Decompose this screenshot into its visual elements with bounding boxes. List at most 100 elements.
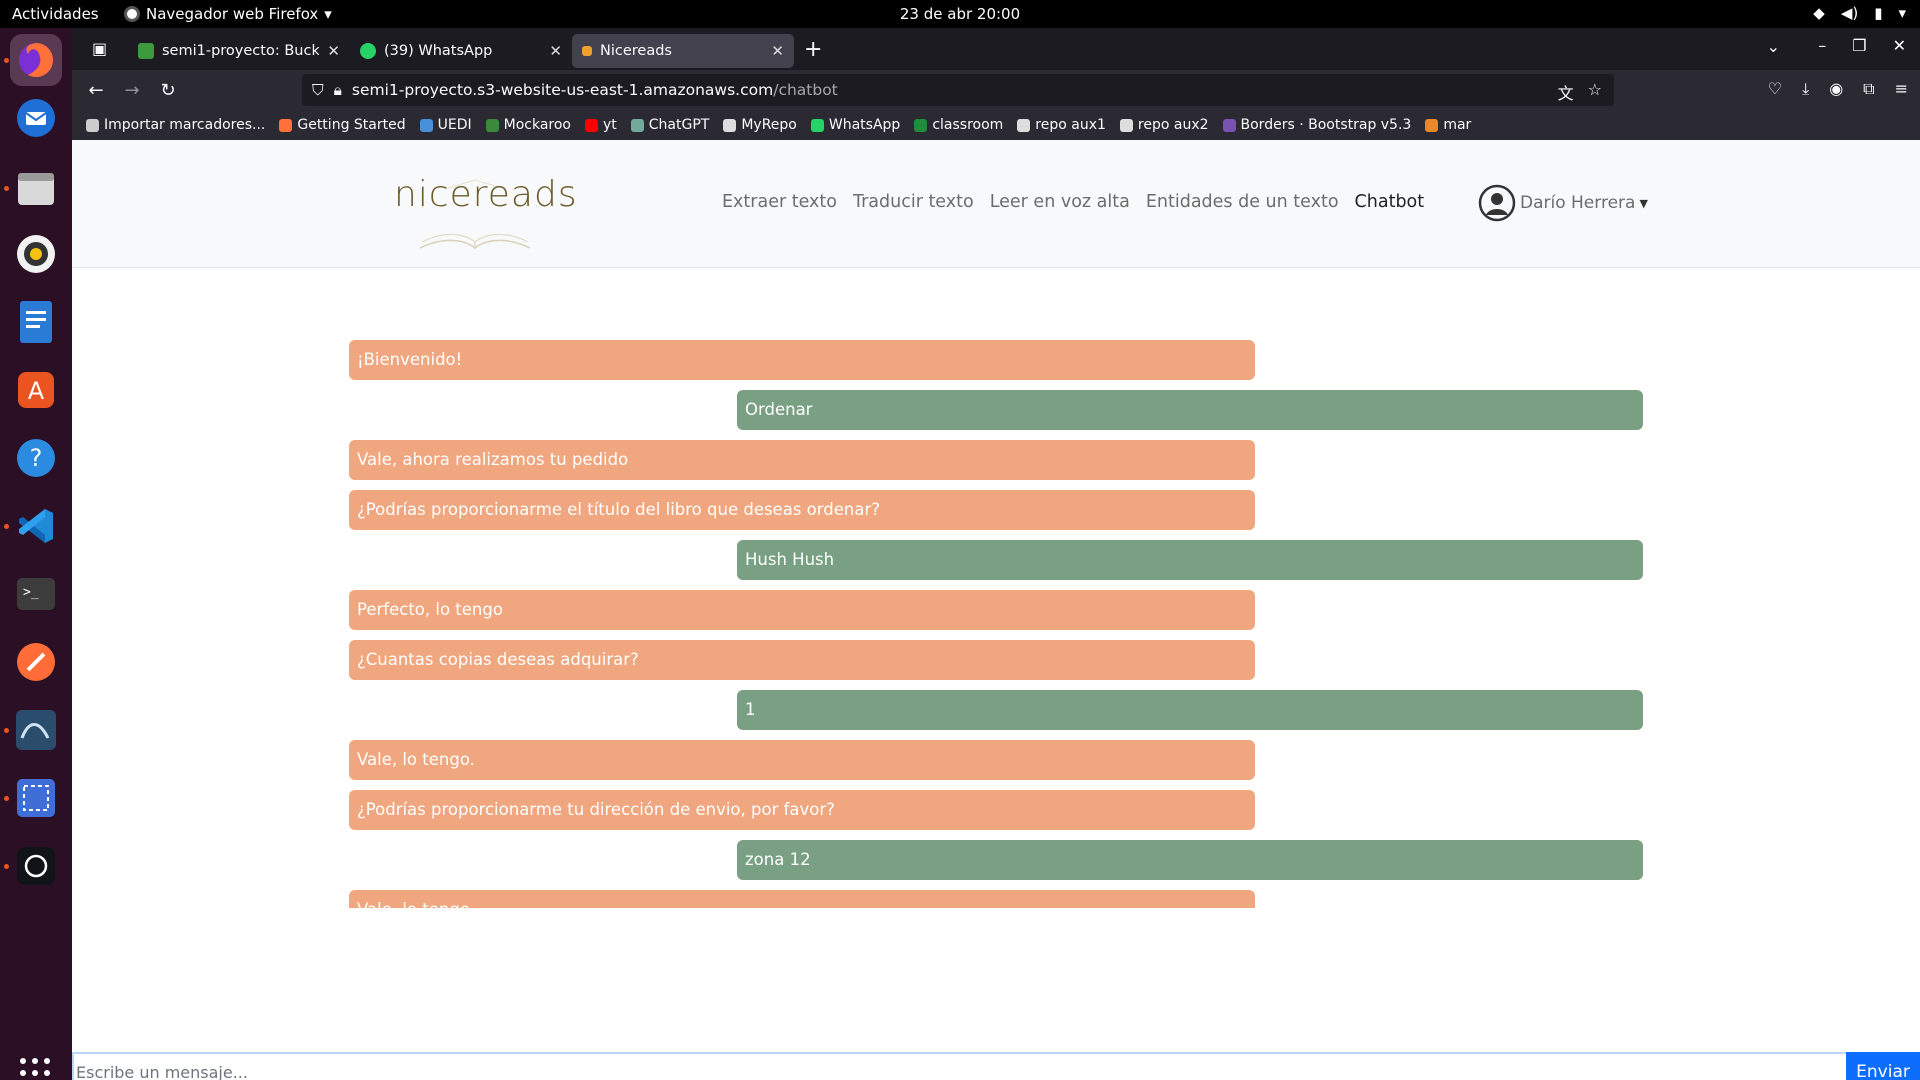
tab-title: Nicereads [600, 43, 672, 59]
cloud-app-dock-icon[interactable] [10, 840, 62, 892]
bookmark-item[interactable]: MyRepo [723, 117, 797, 133]
account-icon[interactable]: ◉ [1829, 79, 1843, 99]
url-bar[interactable]: ⛉ 🔒︎ semi1-proyecto.s3-website-us-east-1… [302, 74, 1614, 106]
new-tab-icon[interactable]: + [804, 37, 822, 62]
extensions-icon[interactable]: ⧉ [1863, 79, 1874, 99]
writer-dock-icon[interactable] [10, 296, 62, 348]
dock: A ? >_ [0, 28, 72, 1080]
close-tab-icon[interactable]: ✕ [771, 42, 784, 60]
message-input[interactable] [72, 1052, 1846, 1080]
bookmark-label: Mockaroo [503, 117, 571, 133]
logo-text: nicereads [394, 174, 578, 215]
bookmark-item[interactable]: ChatGPT [630, 117, 710, 133]
app-menu[interactable]: Navegador web Firefox ▾ [124, 5, 332, 23]
menu-icon[interactable]: ≡ [1895, 79, 1908, 99]
nicereads-favicon-icon [582, 46, 592, 56]
bookmark-favicon-icon [1425, 118, 1439, 132]
forward-icon[interactable]: → [114, 80, 150, 101]
terminal-dock-icon[interactable]: >_ [10, 568, 62, 620]
menu-extraer-texto[interactable]: Extraer texto [722, 192, 837, 212]
minimize-icon[interactable]: – [1818, 36, 1826, 55]
menu-entidades[interactable]: Entidades de un texto [1146, 192, 1339, 212]
user-dropdown[interactable]: Darío Herrera ▼ [1478, 184, 1648, 222]
thunderbird-dock-icon[interactable] [10, 92, 62, 144]
bookmark-favicon-icon [279, 118, 293, 132]
svg-text:A: A [28, 377, 45, 405]
bookmark-item[interactable]: UEDI [419, 117, 472, 133]
chevron-down-icon: ▾ [324, 5, 332, 23]
tab-nicereads[interactable]: Nicereads ✕ [572, 34, 794, 68]
firefox-dock-icon[interactable] [10, 34, 62, 86]
bookmark-item[interactable]: yt [585, 117, 617, 133]
user-message: Ordenar [737, 390, 1643, 430]
bookmark-item[interactable]: WhatsApp [810, 117, 901, 133]
help-dock-icon[interactable]: ? [10, 432, 62, 484]
bookmark-label: UEDI [437, 117, 472, 133]
pocket-icon[interactable]: ♡ [1768, 79, 1782, 99]
rhythmbox-dock-icon[interactable] [10, 228, 62, 280]
bookmark-favicon-icon [1222, 118, 1236, 132]
bookmark-label: WhatsApp [828, 117, 901, 133]
bookmark-item[interactable]: repo aux2 [1119, 117, 1209, 133]
translate-icon[interactable]: 文 [1558, 80, 1574, 104]
chat-history[interactable]: ¡Bienvenido! Ordenar Vale, ahora realizamo… [349, 340, 1645, 908]
vscode-dock-icon[interactable] [10, 500, 62, 552]
bookmark-item[interactable]: Borders · Bootstrap v5.3 [1222, 117, 1411, 133]
svg-text:?: ? [30, 444, 43, 472]
screenshot-dock-icon[interactable] [10, 772, 62, 824]
bookmark-label: yt [603, 117, 617, 133]
site-navbar: nicereads Extraer texto Traducir texto L… [72, 140, 1920, 268]
bookmark-item[interactable]: Getting Started [279, 117, 406, 133]
bookmark-favicon-icon [1017, 118, 1031, 132]
bot-message: Vale, lo tengo. [349, 740, 1255, 780]
bot-message: ¿Cuantas copias deseas adquirar? [349, 640, 1255, 680]
downloads-icon[interactable]: ⤓ [1802, 79, 1809, 99]
menu-leer-en-voz-alta[interactable]: Leer en voz alta [990, 192, 1130, 212]
send-button[interactable]: Enviar [1846, 1052, 1920, 1080]
bookmark-item[interactable]: classroom [914, 117, 1003, 133]
bookmark-star-icon[interactable]: ☆ [1588, 80, 1602, 104]
main-menu: Extraer texto Traducir texto Leer en voz… [722, 192, 1424, 212]
bookmark-label: ChatGPT [648, 117, 710, 133]
bookmark-item[interactable]: Mockaroo [485, 117, 571, 133]
bookmark-label: classroom [932, 117, 1004, 133]
close-window-icon[interactable]: ✕ [1893, 36, 1906, 55]
user-message: Hush Hush [737, 540, 1643, 580]
caret-down-icon: ▼ [1639, 196, 1648, 210]
tracking-protection-icon[interactable]: ⛉ [312, 81, 324, 100]
bot-message: Vale, ahora realizamos tu pedido [349, 440, 1255, 480]
show-apps-icon[interactable] [20, 1058, 50, 1080]
close-tab-icon[interactable]: ✕ [549, 42, 562, 60]
user-message: zona 12 [737, 840, 1643, 880]
reload-icon[interactable]: ↻ [150, 80, 186, 101]
close-tab-icon[interactable]: ✕ [327, 42, 340, 60]
bot-message: ¿Podrías proporcionarme tu dirección de … [349, 790, 1255, 830]
app-center-dock-icon[interactable]: A [10, 364, 62, 416]
lock-icon[interactable]: 🔒︎ [334, 81, 342, 100]
svg-text:>_: >_ [23, 585, 39, 600]
tab-bar: ▣ semi1-proyecto: Bucket d ✕ (39) WhatsA… [72, 28, 1920, 70]
menu-traducir-texto[interactable]: Traducir texto [853, 192, 974, 212]
system-top-bar: Actividades Navegador web Firefox ▾ 23 d… [0, 0, 1920, 28]
bookmark-favicon-icon [485, 118, 499, 132]
bookmark-label: Getting Started [297, 117, 406, 133]
restore-icon[interactable]: ❐ [1852, 36, 1866, 55]
list-all-tabs-icon[interactable]: ⌄ [1767, 37, 1780, 56]
files-dock-icon[interactable] [10, 162, 62, 214]
bookmark-item[interactable]: repo aux1 [1017, 117, 1106, 133]
tab-s3-bucket[interactable]: semi1-proyecto: Bucket d ✕ [128, 34, 350, 68]
mysql-workbench-dock-icon[interactable] [10, 704, 62, 756]
user-message: 1 [737, 690, 1643, 730]
nicereads-logo[interactable]: nicereads [390, 166, 577, 252]
postman-dock-icon[interactable] [10, 636, 62, 688]
activities-button[interactable]: Actividades [12, 5, 99, 23]
firefox-view-icon[interactable]: ▣ [92, 39, 107, 58]
tab-whatsapp[interactable]: (39) WhatsApp ✕ [350, 34, 572, 68]
menu-chatbot[interactable]: Chatbot [1355, 192, 1425, 212]
bookmark-favicon-icon [723, 118, 737, 132]
bookmark-item[interactable]: Importar marcadores... [86, 117, 265, 133]
bookmark-item[interactable]: mar [1425, 117, 1471, 133]
back-icon[interactable]: ← [78, 80, 114, 101]
navigation-bar: ← → ↻ ⛉ 🔒︎ semi1-proyecto.s3-website-us-… [72, 70, 1920, 110]
system-tray[interactable]: ◆ ◀) ▮ ▾ [1813, 4, 1906, 22]
